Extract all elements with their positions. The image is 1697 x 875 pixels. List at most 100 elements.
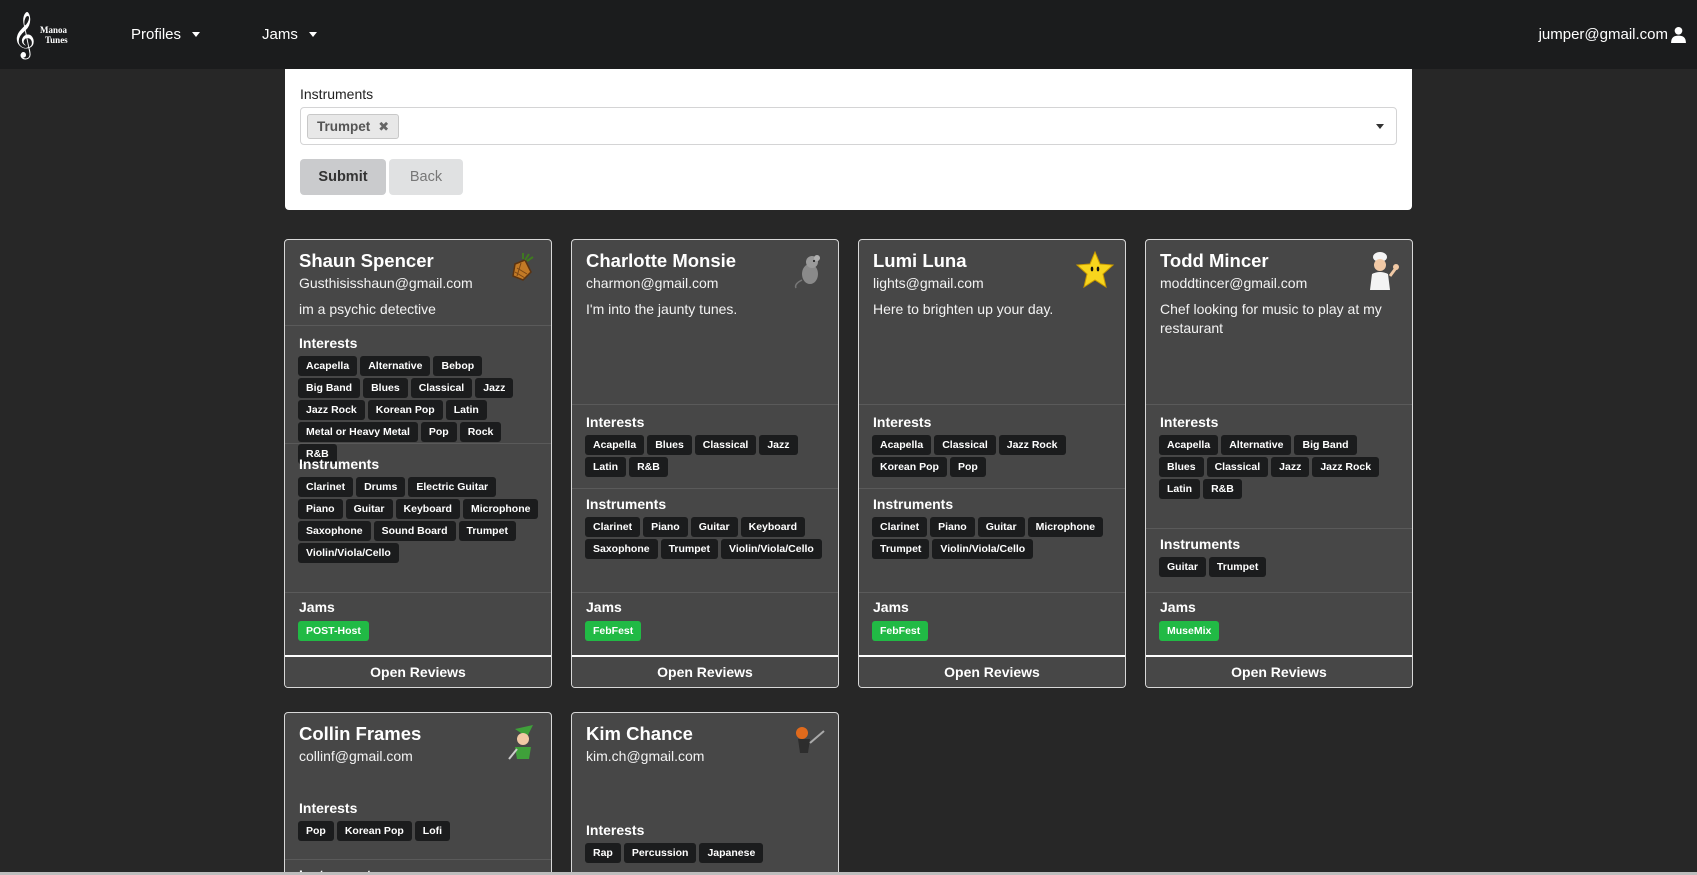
manoa-tunes-logo[interactable]: 𝄞 Manoa Tunes bbox=[12, 12, 72, 58]
user-icon bbox=[1671, 26, 1686, 43]
profile-name: Kim Chance bbox=[586, 723, 693, 744]
instruments-section: Instruments Clarinet Piano Guitar Keyboard S… bbox=[572, 488, 838, 569]
interests-section: Interests Acapella Alternative Big Band Blu… bbox=[1146, 404, 1412, 505]
chevron-down-icon bbox=[192, 32, 201, 37]
treble-clef-icon: 𝄞 bbox=[12, 12, 36, 58]
tag-label: Acapella bbox=[585, 435, 645, 455]
logo-text: Manoa Tunes bbox=[40, 25, 68, 45]
tag-label: Rap bbox=[585, 843, 621, 863]
instrument-filter-form: Instruments Trumpet ✖ Submit Back bbox=[285, 69, 1412, 210]
instruments-tags: Guitar Trumpet bbox=[1159, 557, 1404, 579]
instruments-title: Instruments bbox=[1160, 536, 1241, 552]
jams-menu[interactable]: Jams bbox=[262, 0, 317, 69]
profile-name: Collin Frames bbox=[299, 723, 422, 744]
tag-label: Electric Guitar bbox=[408, 477, 497, 497]
instruments-field-label: Instruments bbox=[300, 86, 374, 102]
user-menu[interactable]: jumper@gmail.com bbox=[1539, 0, 1687, 69]
jams-tags: POST-Host bbox=[298, 621, 543, 643]
profile-card: Kim Chance kim.ch@gmail.com Interests Ra… bbox=[571, 712, 839, 875]
tag-label: Big Band bbox=[298, 378, 361, 398]
tag-label: Clarinet bbox=[585, 517, 641, 537]
user-email: jumper@gmail.com bbox=[1538, 26, 1668, 43]
open-reviews-button[interactable]: Open Reviews bbox=[572, 655, 838, 687]
dropdown-arrow-icon[interactable] bbox=[1376, 124, 1384, 129]
tag-label: Pop bbox=[949, 457, 986, 477]
back-button[interactable]: Back bbox=[389, 159, 463, 195]
interests-title: Interests bbox=[586, 822, 645, 838]
jams-title: Jams bbox=[1160, 599, 1196, 615]
profile-card: Shaun Spencer Gusthisisshaun@gmail.com i… bbox=[284, 239, 552, 688]
jam-tag[interactable]: MuseMix bbox=[1159, 621, 1220, 641]
top-navbar: 𝄞 Manoa Tunes Profiles Jams jumper@gmail… bbox=[0, 0, 1697, 69]
tag-label: Jazz bbox=[759, 435, 798, 455]
profile-name: Todd Mincer bbox=[1160, 250, 1269, 271]
profile-card: Collin Frames collinf@gmail.com Interest… bbox=[284, 712, 552, 875]
interests-tags: Acapella Classical Jazz Rock Korean Pop Pop bbox=[872, 435, 1117, 479]
tag-label: Pop bbox=[420, 422, 457, 442]
tag-label: Korean Pop bbox=[367, 400, 443, 420]
profile-name: Shaun Spencer bbox=[299, 250, 434, 271]
tag-label: Trumpet bbox=[660, 539, 719, 559]
tag-label: Saxophone bbox=[298, 521, 371, 541]
instruments-title: Instruments bbox=[299, 456, 380, 472]
jams-tags: FebFest bbox=[872, 621, 1117, 643]
tag-label: Alternative bbox=[1221, 435, 1292, 455]
open-reviews-button[interactable]: Open Reviews bbox=[285, 655, 551, 687]
tag-label: Blues bbox=[1159, 457, 1204, 477]
jam-tag[interactable]: FebFest bbox=[872, 621, 929, 641]
profiles-menu[interactable]: Profiles bbox=[131, 0, 201, 69]
hero-icon bbox=[796, 727, 825, 753]
instruments-tags: Clarinet Piano Guitar Keyboard Saxophone Trum… bbox=[585, 517, 830, 561]
tag-label: Piano bbox=[930, 517, 975, 537]
tag-label: Acapella bbox=[1159, 435, 1219, 455]
jams-section: Jams FebFest bbox=[572, 592, 838, 652]
submit-button[interactable]: Submit bbox=[300, 159, 386, 195]
tag-label: Acapella bbox=[298, 356, 358, 376]
remove-chip-icon[interactable]: ✖ bbox=[378, 119, 389, 135]
profile-name: Charlotte Monsie bbox=[586, 250, 737, 271]
profile-email: Gusthisisshaun@gmail.com bbox=[299, 275, 473, 291]
elf-icon bbox=[508, 725, 533, 760]
tag-label: Guitar bbox=[1159, 557, 1206, 577]
tag-label: Jazz bbox=[475, 378, 514, 398]
instruments-multiselect[interactable]: Trumpet ✖ bbox=[300, 107, 1397, 145]
profile-bio: Chef looking for music to play at my res… bbox=[1160, 301, 1382, 336]
tag-label: Classical bbox=[1206, 457, 1269, 477]
tag-label: Guitar bbox=[345, 499, 393, 519]
open-reviews-button[interactable]: Open Reviews bbox=[1146, 655, 1412, 687]
tag-label: Korean Pop bbox=[336, 821, 412, 841]
jams-section: Jams MuseMix bbox=[1146, 592, 1412, 652]
interests-section: Interests Acapella Alternative Bebop Big Ba… bbox=[285, 325, 551, 464]
tag-label: Alternative bbox=[360, 356, 431, 376]
tag-label: Microphone bbox=[462, 499, 539, 519]
tag-label: R&B bbox=[1203, 479, 1242, 499]
chip-label: Trumpet bbox=[317, 119, 371, 134]
tag-label: Rock bbox=[459, 422, 502, 442]
jam-tag[interactable]: POST-Host bbox=[298, 621, 369, 641]
tag-label: Jazz Rock bbox=[998, 435, 1066, 455]
profile-card: Lumi Luna lights@gmail.com Here to brigh… bbox=[858, 239, 1126, 688]
tag-label: Keyboard bbox=[395, 499, 460, 519]
instruments-section: Instruments Clarinet Piano Guitar Microphon… bbox=[859, 488, 1125, 569]
jams-section: Jams FebFest bbox=[859, 592, 1125, 652]
profile-bio: Here to brighten up your day. bbox=[873, 301, 1054, 317]
interests-tags: Acapella Blues Classical Jazz Latin R&B bbox=[585, 435, 830, 479]
jams-section: Jams POST-Host bbox=[285, 592, 551, 652]
profile-email: kim.ch@gmail.com bbox=[586, 748, 705, 764]
tag-label: Violin/Viola/Cello bbox=[721, 539, 822, 559]
tag-label: Trumpet bbox=[872, 539, 930, 559]
chef-icon bbox=[1370, 252, 1399, 290]
tag-label: Latin bbox=[445, 400, 487, 420]
tag-label: Drums bbox=[356, 477, 406, 497]
tag-label: Metal or Heavy Metal bbox=[298, 422, 418, 442]
pineapple-icon bbox=[512, 253, 534, 281]
tag-label: Jazz Rock bbox=[298, 400, 365, 420]
tag-label: Violin/Viola/Cello bbox=[932, 539, 1034, 559]
interests-section: Interests Acapella Blues Classical Jazz Lati… bbox=[572, 404, 838, 483]
tag-label: Latin bbox=[1159, 479, 1201, 499]
jam-tag[interactable]: FebFest bbox=[585, 621, 642, 641]
open-reviews-button[interactable]: Open Reviews bbox=[859, 655, 1125, 687]
tag-label: Jazz bbox=[1271, 457, 1310, 477]
jams-title: Jams bbox=[299, 599, 335, 615]
profile-card: Charlotte Monsie charmon@gmail.com I'm i… bbox=[571, 239, 839, 688]
